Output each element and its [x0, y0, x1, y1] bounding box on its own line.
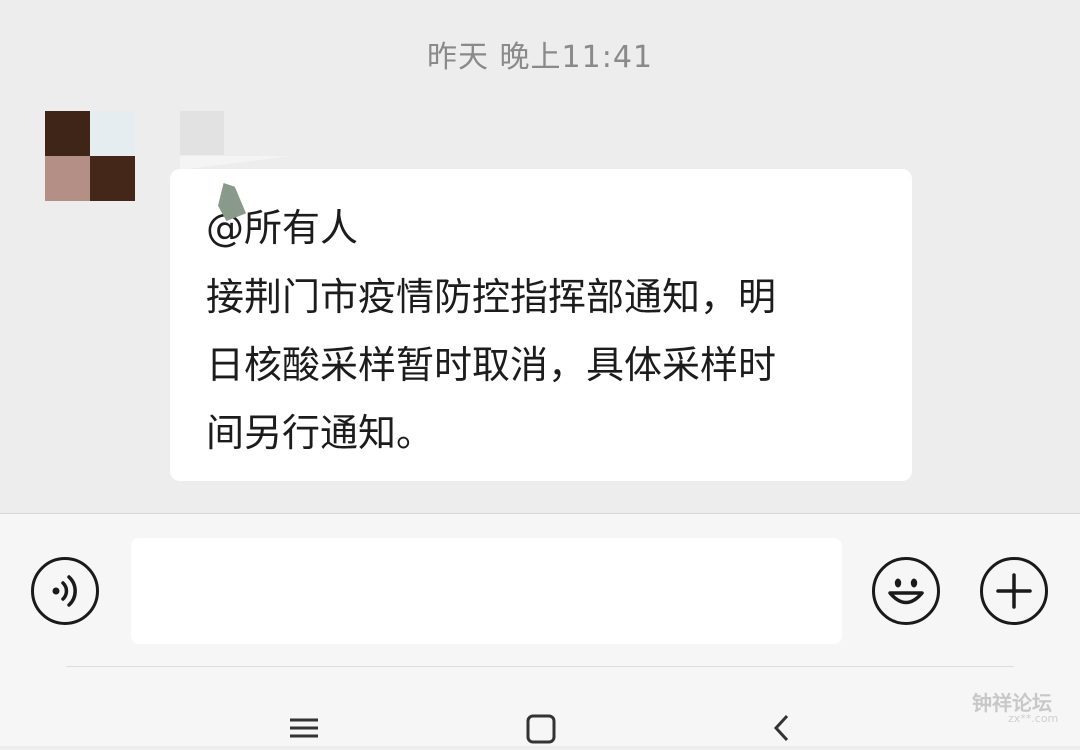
forum-watermark-url: zx**.com — [1008, 712, 1059, 725]
message-timestamp: 昨天 晚上11:41 — [427, 40, 653, 75]
plus-icon — [996, 573, 1032, 609]
back-chevron-icon — [773, 714, 789, 742]
message-line: 间另行通知。 — [206, 411, 435, 455]
voice-icon — [52, 575, 77, 607]
message-line: 接荆门市疫情防控指挥部通知，明 — [206, 275, 777, 319]
avatar-tile — [45, 156, 90, 201]
message-bubble[interactable]: @所有人 接荆门市疫情防控指挥部通知，明 日核酸采样暂时取消，具体采样时 间另行… — [170, 169, 912, 481]
nav-menu-button[interactable] — [284, 706, 324, 746]
chat-message-area[interactable]: 昨天 晚上11:41 @所有人 接荆门市疫情防控指挥部通知，明 日核酸采样暂时取… — [0, 0, 1080, 513]
avatar-tile — [90, 111, 135, 156]
message-line: 日核酸采样暂时取消，具体采样时 — [206, 343, 777, 387]
message-input[interactable] — [131, 538, 842, 644]
sender-avatar[interactable] — [45, 111, 135, 201]
voice-input-button[interactable] — [31, 557, 99, 625]
emoji-button[interactable] — [872, 557, 940, 625]
sender-name-redacted — [180, 111, 224, 155]
nav-home-button[interactable] — [521, 706, 561, 746]
avatar-tile — [45, 111, 90, 156]
nav-back-button[interactable] — [763, 706, 803, 746]
divider — [66, 666, 1014, 667]
menu-icon — [290, 718, 318, 738]
system-nav-bar — [0, 666, 1080, 746]
smiley-face-icon — [888, 578, 924, 605]
bubble-tail — [180, 156, 290, 170]
more-actions-button[interactable] — [980, 557, 1048, 625]
mention-all-text: @所有人 — [206, 206, 359, 250]
home-square-icon — [526, 714, 556, 744]
chat-input-bar — [0, 513, 1080, 667]
avatar-tile — [90, 156, 135, 201]
